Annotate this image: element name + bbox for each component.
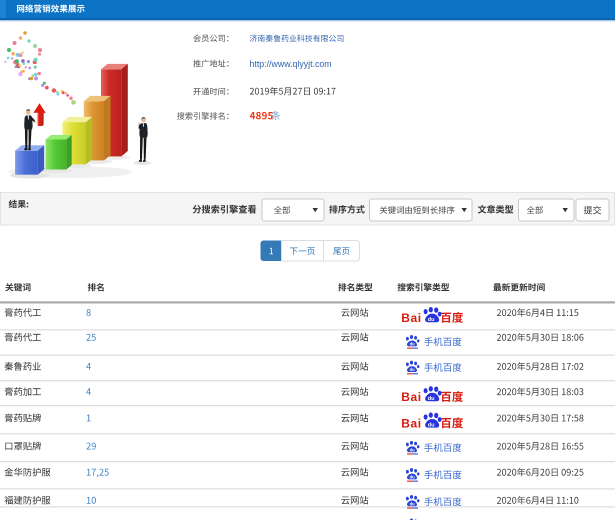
svg-text:http://www.qlyyjt.com: http://www.qlyyjt.com (250, 59, 332, 69)
